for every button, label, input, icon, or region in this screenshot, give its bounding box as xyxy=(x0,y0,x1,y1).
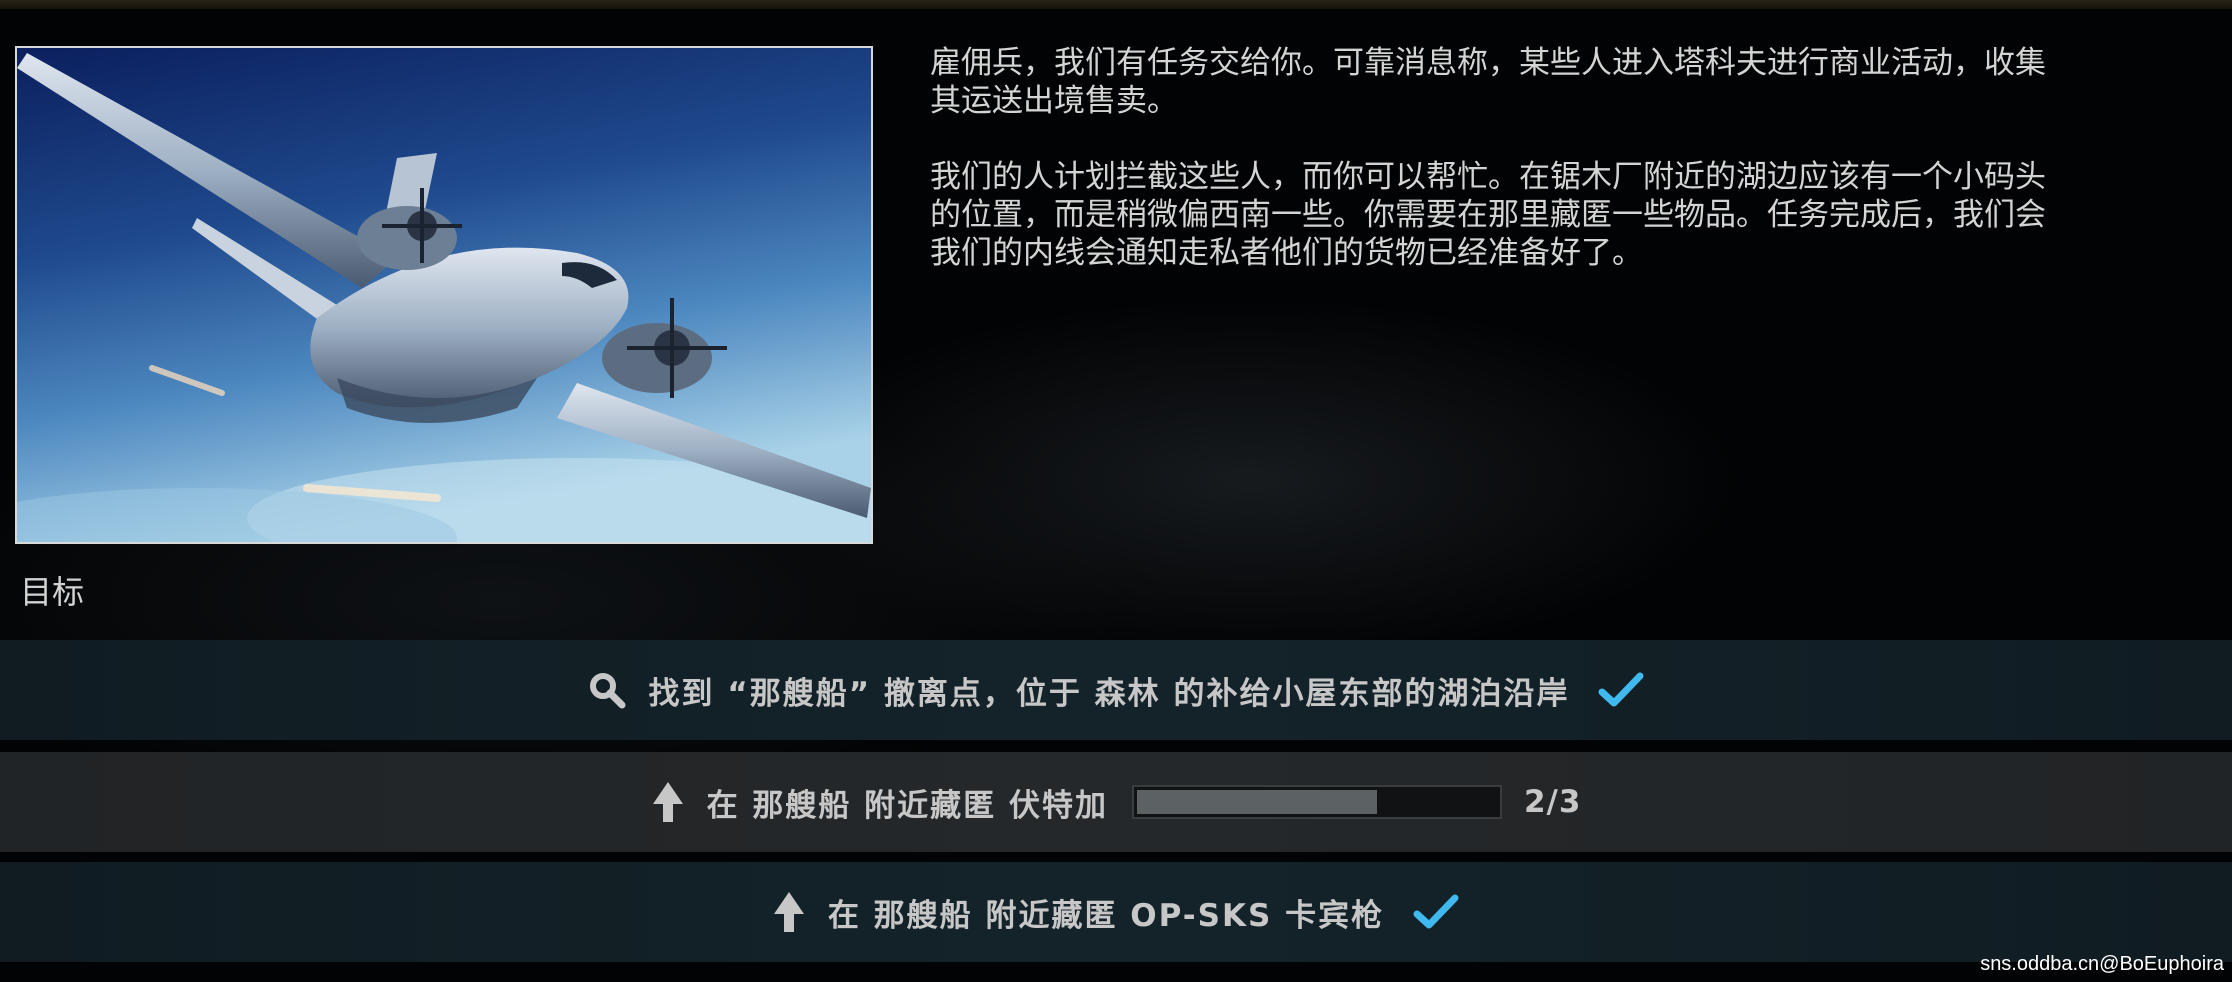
description-line: 雇佣兵，我们有任务交给你。可靠消息称，某些人进入塔科夫进行商业活动，收集 xyxy=(930,45,2046,81)
description-paragraph-1: 雇佣兵，我们有任务交给你。可靠消息称，某些人进入塔科夫进行商业活动，收集 其运送… xyxy=(930,44,2232,120)
description-line: 其运送出境售卖。 xyxy=(930,83,1178,119)
up-arrow-icon xyxy=(772,890,806,934)
progress-fill xyxy=(1136,790,1377,814)
checkmark-icon xyxy=(1597,670,1645,710)
watermark: sns.oddba.cn@BoEuphoira xyxy=(1980,953,2224,975)
top-border xyxy=(0,0,2232,9)
description-line: 的位置，而是稍微偏西南一些。你需要在那里藏匿一些物品。任务完成后，我们会 xyxy=(930,197,2046,233)
objective-progress-bar xyxy=(1131,785,1502,819)
magnifier-icon xyxy=(587,670,627,710)
description-line: 我们的人计划拦截这些人，而你可以帮忙。在锯木厂附近的湖边应该有一个小码头 xyxy=(930,159,2046,195)
aircraft-illustration xyxy=(17,48,871,542)
quest-details-panel: 雇佣兵，我们有任务交给你。可靠消息称，某些人进入塔科夫进行商业活动，收集 其运送… xyxy=(0,0,2232,982)
objective-text: 在 那艘船 附近藏匿 伏特加 xyxy=(706,787,1108,824)
progress-count: 2/3 xyxy=(1523,784,1582,820)
checkmark-icon xyxy=(1412,892,1460,932)
quest-description: 雇佣兵，我们有任务交给你。可靠消息称，某些人进入塔科夫进行商业活动，收集 其运送… xyxy=(930,44,2232,310)
objectives-heading: 目标 xyxy=(20,573,85,611)
up-arrow-icon xyxy=(651,780,685,824)
description-line: 我们的内线会通知走私者他们的货物已经准备好了。 xyxy=(930,235,1643,271)
description-paragraph-2: 我们的人计划拦截这些人，而你可以帮忙。在锯木厂附近的湖边应该有一个小码头 的位置… xyxy=(930,158,2232,272)
objective-text: 在 那艘船 附近藏匿 OP-SKS 卡宾枪 xyxy=(827,897,1385,934)
objective-row-stash-sks: 在 那艘船 附近藏匿 OP-SKS 卡宾枪 xyxy=(0,862,2232,962)
quest-image xyxy=(15,46,873,544)
objective-text: 找到 “那艘船” 撤离点，位于 森林 的补给小屋东部的湖泊沿岸 xyxy=(648,675,1570,712)
objective-row-stash-vodka: 在 那艘船 附近藏匿 伏特加 2/3 xyxy=(0,752,2232,852)
objective-row-find-extract: 找到 “那艘船” 撤离点，位于 森林 的补给小屋东部的湖泊沿岸 xyxy=(0,640,2232,740)
